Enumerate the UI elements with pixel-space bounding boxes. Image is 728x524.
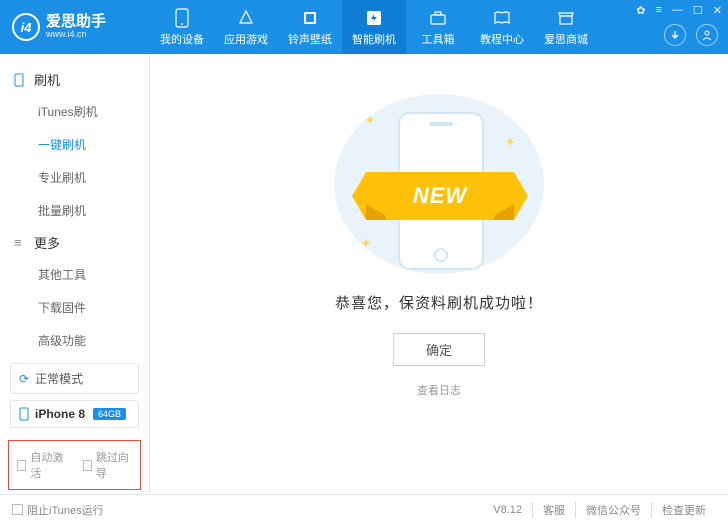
window-controls: ✿ ≡ — ☐ ✕ — [636, 4, 722, 17]
apps-icon — [236, 8, 256, 28]
top-nav: 我的设备 应用游戏 铃声壁纸 智能刷机 工具箱 教程中心 爱思商城 — [150, 0, 598, 54]
logo-icon: i4 — [12, 13, 40, 41]
sidebar-section-flash: 刷机 — [0, 64, 149, 95]
footer-wechat[interactable]: 微信公众号 — [575, 502, 651, 518]
skip-guide-checkbox[interactable]: 跳过向导 — [83, 449, 133, 481]
sidebar-item-batch[interactable]: 批量刷机 — [0, 194, 149, 227]
flash-icon — [364, 8, 384, 28]
device-icon — [19, 407, 29, 421]
success-illustration: ✦ ✦ ✦ NEW — [334, 94, 544, 274]
capacity-badge: 64GB — [93, 408, 126, 420]
book-icon — [492, 8, 512, 28]
nav-tutorials[interactable]: 教程中心 — [470, 0, 534, 54]
sidebar-item-oneclick[interactable]: 一键刷机 — [0, 128, 149, 161]
footer-support[interactable]: 客服 — [532, 502, 575, 518]
device-box[interactable]: iPhone 8 64GB — [10, 400, 139, 428]
body: 刷机 iTunes刷机 一键刷机 专业刷机 批量刷机 ≡ 更多 其他工具 下载固… — [0, 54, 728, 494]
sidebar-item-tools[interactable]: 其他工具 — [0, 258, 149, 291]
user-controls — [664, 24, 718, 46]
maximize-icon[interactable]: ☐ — [693, 4, 703, 17]
logo[interactable]: i4 爱思助手 www.i4.cn — [0, 13, 150, 41]
nav-toolbox[interactable]: 工具箱 — [406, 0, 470, 54]
phone-icon — [172, 8, 192, 28]
store-icon — [556, 8, 576, 28]
success-message: 恭喜您，保资料刷机成功啦！ — [335, 292, 543, 313]
sidebar: 刷机 iTunes刷机 一键刷机 专业刷机 批量刷机 ≡ 更多 其他工具 下载固… — [0, 54, 150, 494]
more-icon: ≡ — [14, 235, 28, 250]
version-label: V8.12 — [483, 504, 532, 516]
header: i4 爱思助手 www.i4.cn 我的设备 应用游戏 铃声壁纸 智能刷机 工具… — [0, 0, 728, 54]
block-itunes-checkbox[interactable]: 阻止iTunes运行 — [12, 502, 104, 518]
close-icon[interactable]: ✕ — [713, 4, 722, 17]
app-url: www.i4.cn — [46, 30, 106, 40]
menu-icon[interactable]: ≡ — [655, 4, 661, 17]
ok-button[interactable]: 确定 — [393, 333, 485, 366]
nav-flash[interactable]: 智能刷机 — [342, 0, 406, 54]
nav-apps[interactable]: 应用游戏 — [214, 0, 278, 54]
nav-store[interactable]: 爱思商城 — [534, 0, 598, 54]
refresh-icon: ⟳ — [19, 372, 29, 386]
view-log-link[interactable]: 查看日志 — [417, 382, 461, 398]
sidebar-item-itunes[interactable]: iTunes刷机 — [0, 95, 149, 128]
sidebar-item-pro[interactable]: 专业刷机 — [0, 161, 149, 194]
download-icon[interactable] — [664, 24, 686, 46]
nav-my-device[interactable]: 我的设备 — [150, 0, 214, 54]
footer: 阻止iTunes运行 V8.12 客服 微信公众号 检查更新 — [0, 494, 728, 524]
note-icon — [300, 8, 320, 28]
nav-ringtones[interactable]: 铃声壁纸 — [278, 0, 342, 54]
app-name: 爱思助手 — [46, 14, 106, 31]
sidebar-item-advanced[interactable]: 高级功能 — [0, 324, 149, 357]
mode-box[interactable]: ⟳ 正常模式 — [10, 363, 139, 394]
sidebar-section-more: ≡ 更多 — [0, 227, 149, 258]
device-name: iPhone 8 — [35, 407, 85, 421]
auto-activate-checkbox[interactable]: 自动激活 — [17, 449, 67, 481]
user-icon[interactable] — [696, 24, 718, 46]
skin-icon[interactable]: ✿ — [636, 4, 645, 17]
options-box: 自动激活 跳过向导 — [8, 440, 141, 490]
footer-update[interactable]: 检查更新 — [651, 502, 716, 518]
main-content: ✦ ✦ ✦ NEW 恭喜您，保资料刷机成功啦！ 确定 查看日志 — [150, 54, 728, 494]
minimize-icon[interactable]: — — [672, 4, 683, 17]
phone-small-icon — [14, 73, 28, 87]
new-ribbon: NEW — [352, 172, 528, 220]
sidebar-item-firmware[interactable]: 下载固件 — [0, 291, 149, 324]
toolbox-icon — [428, 8, 448, 28]
